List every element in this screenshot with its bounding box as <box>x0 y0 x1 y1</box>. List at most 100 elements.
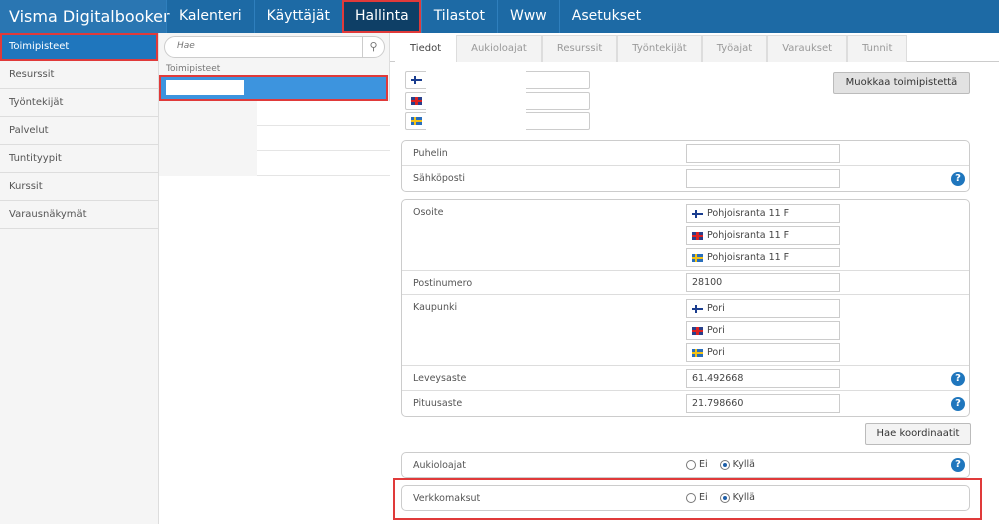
address-row: Osoite Pohjoisranta 11 F Pohjoisranta 11… <box>402 200 969 271</box>
address-field-fi[interactable]: Pohjoisranta 11 F <box>686 204 840 223</box>
sidebar-item-palvelut[interactable]: Palvelut <box>0 117 158 145</box>
opening-hours-radio-group: Ei Kyllä <box>686 459 755 470</box>
nav-asetukset[interactable]: Asetukset <box>558 0 653 33</box>
opening-hours-no-radio[interactable] <box>686 459 696 470</box>
list-item[interactable] <box>159 151 390 176</box>
city-label: Kaupunki <box>413 302 458 313</box>
edit-location-button[interactable]: Muokkaa toimipistettä <box>833 72 970 94</box>
sidebar: Toimipisteet Resurssit Työntekijät Palve… <box>0 33 159 524</box>
tab-bar: Tiedot Aukioloajat Resurssit Työntekijät… <box>390 33 999 62</box>
contact-box: Puhelin Sähköposti ? <box>401 140 970 192</box>
search-box: ⚲ <box>164 36 385 58</box>
email-label: Sähköposti <box>413 173 466 184</box>
highlight-outline <box>393 478 982 520</box>
address-fi-value: Pohjoisranta 11 F <box>707 208 790 219</box>
name-field-en[interactable] <box>405 92 590 110</box>
sidebar-item-varausnakymat[interactable]: Varausnäkymät <box>0 201 158 229</box>
address-sv-value: Pohjoisranta 11 F <box>707 252 790 263</box>
tab-tiedot[interactable]: Tiedot <box>395 35 457 62</box>
redacted-value <box>426 71 526 89</box>
postal-field[interactable]: 28100 <box>686 273 840 292</box>
yes-label: Kyllä <box>732 459 755 470</box>
nav-kalenteri[interactable]: Kalenteri <box>166 0 254 33</box>
postal-label: Postinumero <box>413 278 473 289</box>
sidebar-item-tuntityypit[interactable]: Tuntityypit <box>0 145 158 173</box>
nav-tilastot[interactable]: Tilastot <box>420 0 497 33</box>
tab-tyontekijat[interactable]: Työntekijät <box>617 35 702 62</box>
postal-row: Postinumero 28100 <box>402 271 969 295</box>
phone-field[interactable] <box>686 144 840 163</box>
nav-kayttajat[interactable]: Käyttäjät <box>253 0 342 33</box>
city-en-value: Pori <box>707 325 725 336</box>
get-coordinates-button[interactable]: Hae koordinaatit <box>865 423 971 445</box>
sidebar-item-tyontekijat[interactable]: Työntekijät <box>0 89 158 117</box>
name-field-sv[interactable] <box>405 112 590 130</box>
no-label: Ei <box>699 459 708 470</box>
city-field-sv[interactable]: Pori <box>686 343 840 362</box>
latitude-label: Leveysaste <box>413 373 467 384</box>
list-item[interactable] <box>159 101 390 126</box>
list-empty-area <box>159 176 390 524</box>
sidebar-item-toimipisteet[interactable]: Toimipisteet <box>0 33 158 61</box>
help-icon[interactable]: ? <box>951 372 965 386</box>
help-icon[interactable]: ? <box>951 397 965 411</box>
finnish-flag-icon <box>692 209 703 218</box>
city-fi-value: Pori <box>707 303 725 314</box>
swedish-flag-icon <box>692 253 703 262</box>
city-sv-value: Pori <box>707 347 725 358</box>
city-field-fi[interactable]: Pori <box>686 299 840 318</box>
address-label: Osoite <box>413 207 444 218</box>
uk-flag-icon <box>692 231 703 240</box>
latitude-field[interactable]: 61.492668 <box>686 369 840 388</box>
search-icon[interactable]: ⚲ <box>362 37 384 57</box>
opening-hours-label: Aukioloajat <box>413 460 466 471</box>
city-field-en[interactable]: Pori <box>686 321 840 340</box>
finnish-flag-icon <box>692 304 703 313</box>
list-item-selected[interactable] <box>159 75 388 101</box>
redacted-value <box>426 92 526 110</box>
longitude-row: Pituusaste 21.798660 ? <box>402 391 969 416</box>
details-panel: Muokkaa toimipistettä Puhelin Sähköposti… <box>390 62 999 524</box>
search-input[interactable] <box>177 41 357 51</box>
opening-hours-box: Aukioloajat Ei Kyllä ? <box>401 452 970 478</box>
help-icon[interactable]: ? <box>951 458 965 472</box>
redacted-name <box>166 80 244 95</box>
redacted-name <box>159 151 257 176</box>
phone-row: Puhelin <box>402 141 969 166</box>
address-field-en[interactable]: Pohjoisranta 11 F <box>686 226 840 245</box>
list-label: Toimipisteet <box>166 64 221 74</box>
list-item[interactable] <box>159 126 390 151</box>
swedish-flag-icon <box>692 348 703 357</box>
address-box: Osoite Pohjoisranta 11 F Pohjoisranta 11… <box>401 199 970 417</box>
longitude-field[interactable]: 21.798660 <box>686 394 840 413</box>
redacted-name <box>159 126 257 151</box>
uk-flag-icon <box>692 326 703 335</box>
brand-logo[interactable]: Visma Digitalbooker <box>0 0 170 33</box>
redacted-name <box>159 101 257 126</box>
opening-hours-yes-radio[interactable] <box>719 459 730 470</box>
name-field-fi[interactable] <box>405 71 590 89</box>
latitude-row: Leveysaste 61.492668 ? <box>402 366 969 391</box>
nav-www[interactable]: Www <box>497 0 559 33</box>
uk-flag-icon <box>411 97 422 105</box>
redacted-value <box>426 112 526 130</box>
email-row: Sähköposti ? <box>402 166 969 191</box>
tab-tyoajat[interactable]: Työajat <box>701 35 768 62</box>
top-nav-bar: Visma Digitalbooker Kalenteri Käyttäjät … <box>0 0 999 33</box>
sidebar-item-kurssit[interactable]: Kurssit <box>0 173 158 201</box>
city-row: Kaupunki Pori Pori Pori <box>402 295 969 366</box>
nav-hallinta[interactable]: Hallinta <box>341 0 421 33</box>
tab-aukioloajat[interactable]: Aukioloajat <box>456 35 542 62</box>
sidebar-item-resurssit[interactable]: Resurssit <box>0 61 158 89</box>
address-en-value: Pohjoisranta 11 F <box>707 230 790 241</box>
swedish-flag-icon <box>411 117 422 125</box>
phone-label: Puhelin <box>413 148 448 159</box>
longitude-label: Pituusaste <box>413 398 463 409</box>
tab-varaukset[interactable]: Varaukset <box>767 35 848 62</box>
location-list-panel: ⚲ Toimipisteet <box>159 33 390 524</box>
tab-tunnit[interactable]: Tunnit <box>847 35 908 62</box>
address-field-sv[interactable]: Pohjoisranta 11 F <box>686 248 840 267</box>
tab-resurssit[interactable]: Resurssit <box>541 35 618 62</box>
help-icon[interactable]: ? <box>951 172 965 186</box>
email-field[interactable] <box>686 169 840 188</box>
